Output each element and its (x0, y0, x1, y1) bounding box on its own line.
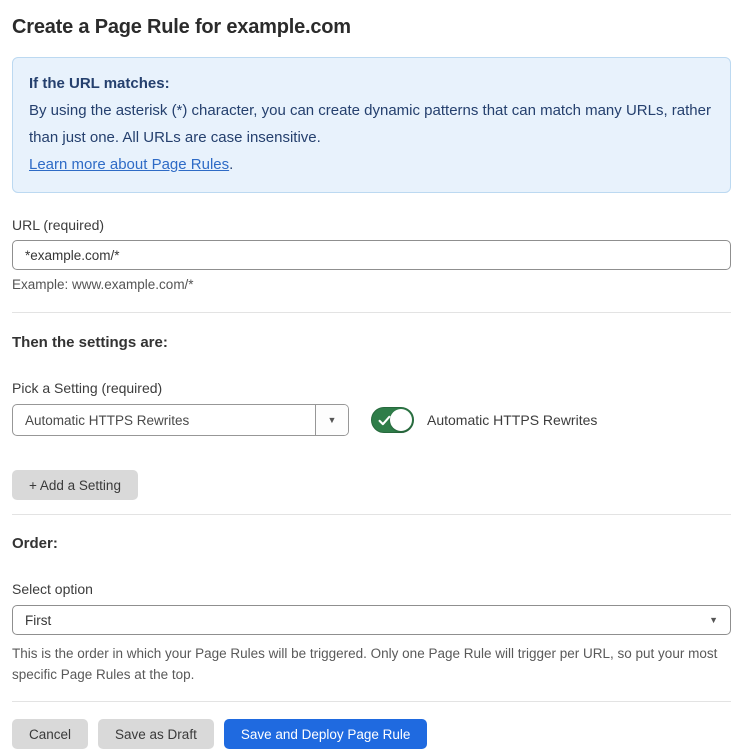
url-helper-text: Example: www.example.com/* (12, 277, 194, 292)
setting-row: Automatic HTTPS Rewrites ▼ Automatic HTT… (12, 404, 731, 436)
section-divider (12, 312, 731, 313)
setting-dropdown-value: Automatic HTTPS Rewrites (25, 412, 190, 428)
setting-toggle-on[interactable] (371, 407, 414, 433)
save-and-deploy-button[interactable]: Save and Deploy Page Rule (223, 719, 428, 749)
order-helper-text: This is the order in which your Page Rul… (12, 646, 718, 682)
toggle-knob (390, 409, 412, 431)
chevron-down-icon: ▼ (327, 414, 337, 425)
section-divider (12, 514, 731, 515)
setting-dropdown[interactable]: Automatic HTTPS Rewrites ▼ (12, 404, 349, 436)
chevron-down-icon: ▼ (709, 614, 718, 625)
info-box-heading: If the URL matches: (29, 75, 170, 92)
order-select[interactable]: First ▼ (12, 605, 731, 635)
order-select-value: First (25, 612, 52, 628)
setting-dropdown-arrow-button[interactable]: ▼ (315, 405, 348, 435)
order-select-label: Select option (12, 581, 93, 597)
order-section-heading: Order: (12, 535, 58, 552)
footer-actions: Cancel Save as Draft Save and Deploy Pag… (12, 719, 731, 749)
settings-section-heading: Then the settings are: (12, 334, 168, 351)
url-field-label: URL (required) (12, 217, 105, 233)
toggle-setting-label: Automatic HTTPS Rewrites (427, 412, 598, 428)
url-input[interactable] (12, 240, 731, 270)
url-matches-info-box: If the URL matches: By using the asteris… (12, 57, 731, 193)
link-suffix: . (229, 156, 234, 173)
cancel-button[interactable]: Cancel (12, 719, 89, 749)
create-page-rule-form: Create a Page Rule for example.com If th… (0, 0, 743, 749)
info-box-body: By using the asterisk (*) character, you… (29, 102, 711, 146)
info-box-link-line: Learn more about Page Rules. (29, 151, 714, 178)
add-setting-button[interactable]: + Add a Setting (12, 470, 138, 500)
pick-setting-label: Pick a Setting (required) (12, 380, 163, 396)
learn-more-link[interactable]: Learn more about Page Rules (29, 156, 229, 173)
page-title: Create a Page Rule for example.com (12, 16, 351, 38)
section-divider (12, 701, 731, 702)
save-as-draft-button[interactable]: Save as Draft (98, 719, 214, 749)
